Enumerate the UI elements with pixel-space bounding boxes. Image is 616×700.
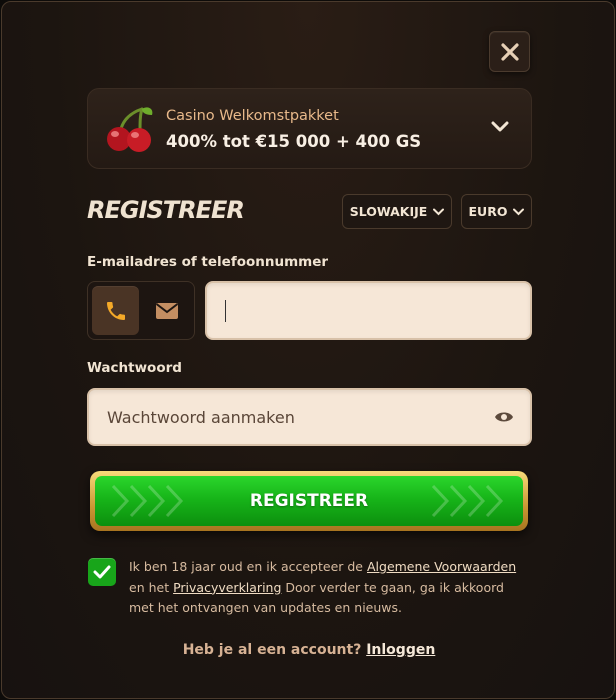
terms-text-part: en het [129, 579, 174, 595]
contact-input[interactable] [205, 281, 532, 340]
phone-option[interactable] [92, 286, 139, 335]
password-input[interactable]: Wachtwoord aanmaken [87, 388, 532, 446]
privacy-link[interactable]: Privacyverklaring [173, 580, 281, 595]
currency-select[interactable]: EURO [461, 194, 532, 229]
cherry-icon [107, 107, 153, 152]
currency-value: EURO [468, 204, 508, 219]
login-prompt-text: Heb je al een account? [182, 642, 367, 658]
envelope-icon [155, 302, 178, 319]
registration-modal: Casino Welkomstpakket 400% tot €15 000 +… [1, 1, 615, 699]
chevron-decoration [431, 484, 504, 518]
chevron-down-icon [513, 208, 525, 215]
terms-text: Ik ben 18 jaar oud en ik accepteer de Al… [129, 557, 529, 619]
terms-link[interactable]: Algemene Voorwaarden [367, 559, 516, 574]
country-select[interactable]: SLOWAKIJE [342, 194, 452, 229]
text-caret [225, 300, 226, 322]
welcome-bonus-dropdown[interactable]: Casino Welkomstpakket 400% tot €15 000 +… [87, 88, 532, 169]
chevron-decoration [111, 484, 184, 518]
close-button[interactable] [489, 31, 530, 72]
register-button-face: REGISTREER [95, 476, 523, 526]
page-title: REGISTREER [87, 196, 245, 224]
login-link[interactable]: Inloggen [366, 642, 435, 658]
country-value: SLOWAKIJE [349, 204, 428, 219]
password-placeholder: Wachtwoord aanmaken [107, 408, 295, 427]
close-icon [500, 42, 519, 61]
eye-icon[interactable] [494, 409, 514, 425]
email-option[interactable] [143, 286, 190, 335]
login-prompt: Heb je al een account? Inloggen [2, 642, 616, 658]
password-label: Wachtwoord [87, 360, 182, 376]
checkmark-icon [93, 565, 111, 579]
terms-text-part: Ik ben 18 jaar oud en ik accepteer de [129, 559, 367, 574]
chevron-down-icon [491, 121, 509, 132]
register-button-label: REGISTREER [249, 491, 369, 511]
chevron-down-icon [433, 208, 445, 215]
contact-label: E-mailadres of telefoonnummer [87, 254, 329, 270]
phone-icon [106, 301, 125, 320]
register-button[interactable]: REGISTREER [90, 471, 528, 531]
bonus-title: Casino Welkomstpakket [166, 108, 339, 124]
contact-method-toggle [87, 281, 195, 340]
bonus-amount: 400% tot €15 000 + 400 GS [166, 132, 422, 151]
terms-checkbox[interactable] [88, 558, 116, 586]
